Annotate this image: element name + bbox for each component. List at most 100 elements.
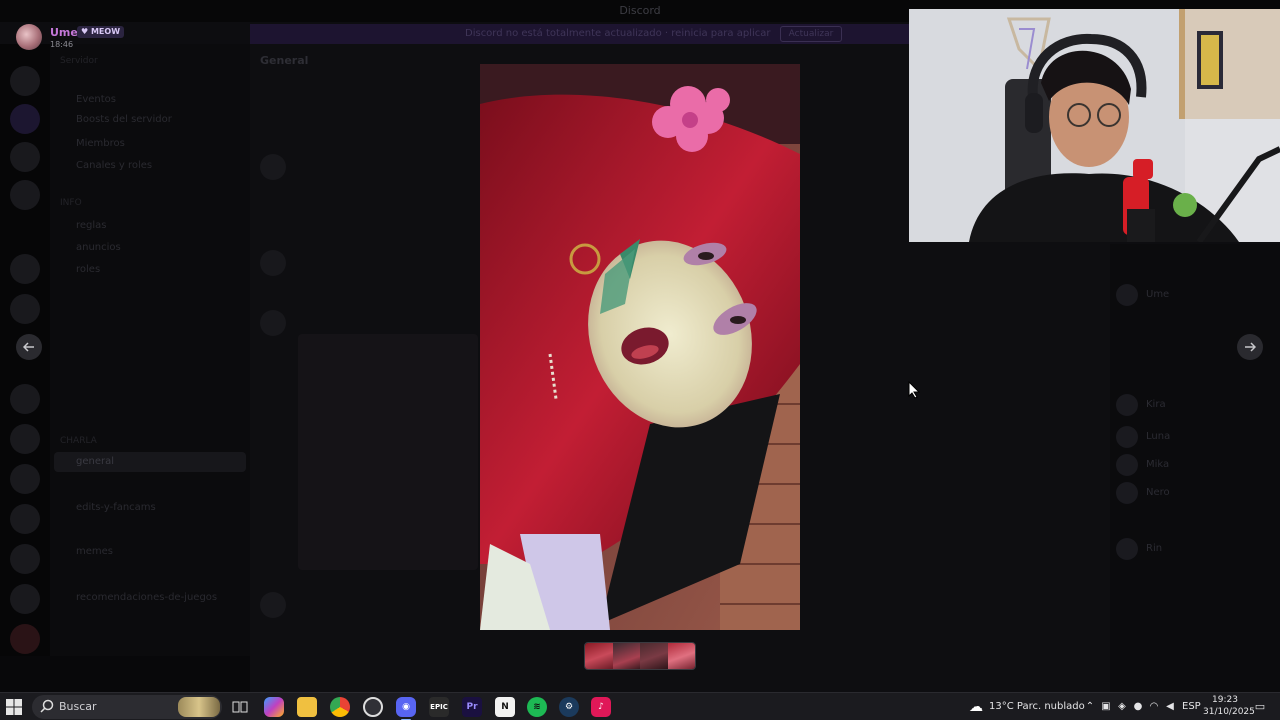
member-name: Kira xyxy=(1146,399,1166,410)
cosplay-photo xyxy=(480,64,800,630)
streamer-webcam xyxy=(909,9,1280,242)
channel-item[interactable]: reglas xyxy=(76,220,107,231)
server-icon[interactable] xyxy=(10,254,40,284)
channel-item[interactable]: Miembros xyxy=(76,138,125,149)
wifi-icon[interactable]: ◠ xyxy=(1148,701,1160,713)
user-tag-badge: ♥ MEOW xyxy=(77,26,125,38)
search-icon xyxy=(40,699,54,713)
server-icon[interactable] xyxy=(10,294,40,324)
member-list: Ume Kira Luna Mika Nero Rin xyxy=(1110,244,1280,692)
tiktok-icon[interactable]: ♪ xyxy=(591,697,611,717)
username: Ume xyxy=(50,26,78,39)
epic-games-icon[interactable]: EPIC xyxy=(429,697,449,717)
member-item[interactable]: Rin xyxy=(1116,538,1276,560)
clock-date[interactable]: 31/10/2025 xyxy=(1203,707,1255,717)
chat-title: General xyxy=(260,54,309,67)
start-button[interactable] xyxy=(6,699,22,715)
update-notice: Discord no está totalmente actualizado ·… xyxy=(250,24,910,44)
message-avatar[interactable] xyxy=(260,250,286,276)
server-icon[interactable] xyxy=(10,104,40,134)
weather-text[interactable]: 13°C Parc. nublado xyxy=(989,701,1085,712)
media-thumbnail[interactable] xyxy=(667,643,695,669)
arrow-left-icon xyxy=(22,342,34,352)
spotify-icon[interactable]: ≋ xyxy=(527,697,547,717)
premiere-icon[interactable]: Pr xyxy=(462,697,482,717)
channel-item-active[interactable]: general xyxy=(76,456,114,467)
server-icon[interactable] xyxy=(10,180,40,210)
notion-icon[interactable]: N xyxy=(495,697,515,717)
message-attachment[interactable] xyxy=(298,334,478,570)
media-thumbnail[interactable] xyxy=(612,643,640,669)
taskbar-search[interactable]: Buscar xyxy=(32,695,222,719)
user-panel-bottom xyxy=(0,656,250,692)
steam-icon[interactable]: ⚙ xyxy=(559,697,579,717)
media-thumbnail[interactable] xyxy=(585,643,613,669)
server-icon[interactable] xyxy=(10,544,40,574)
message-avatar[interactable] xyxy=(260,310,286,336)
copilot-icon[interactable] xyxy=(264,697,284,717)
channel-item[interactable]: Boosts del servidor xyxy=(76,114,172,125)
notice-button[interactable]: Actualizar xyxy=(780,26,842,42)
notifications-icon[interactable]: ▭ xyxy=(1254,701,1266,713)
avatar xyxy=(1116,538,1138,560)
channel-item[interactable]: anuncios xyxy=(76,242,121,253)
member-name: Rin xyxy=(1146,543,1163,554)
language-indicator[interactable]: ESP xyxy=(1182,701,1201,712)
channel-item[interactable]: memes xyxy=(76,546,113,557)
member-item[interactable]: Kira xyxy=(1116,394,1276,416)
mouse-cursor-icon xyxy=(908,380,921,403)
avatar xyxy=(1116,482,1138,504)
media-thumbnail[interactable] xyxy=(640,643,668,669)
avatar xyxy=(16,24,42,50)
message-avatar[interactable] xyxy=(260,154,286,180)
channel-item[interactable]: Eventos xyxy=(76,94,116,105)
previous-media-button[interactable] xyxy=(16,334,42,360)
member-name: Luna xyxy=(1146,431,1171,442)
clock-time[interactable]: 19:23 xyxy=(1212,695,1238,705)
member-name: Mika xyxy=(1146,459,1170,470)
volume-icon[interactable]: ◀ xyxy=(1164,701,1176,713)
server-icon[interactable] xyxy=(10,504,40,534)
server-icon[interactable] xyxy=(10,384,40,414)
next-media-button[interactable] xyxy=(1237,334,1263,360)
server-icon[interactable] xyxy=(10,584,40,614)
search-placeholder: Buscar xyxy=(59,700,97,713)
webcam-overlay xyxy=(909,9,1280,242)
server-icon[interactable] xyxy=(10,624,40,654)
notice-text: Discord no está totalmente actualizado ·… xyxy=(465,28,771,39)
chrome-icon[interactable] xyxy=(330,697,350,717)
file-explorer-icon[interactable] xyxy=(297,697,317,717)
server-rail xyxy=(0,44,50,692)
member-item[interactable]: Ume xyxy=(1116,284,1276,306)
user-tag: MEOW xyxy=(90,27,121,36)
channel-category[interactable]: INFO xyxy=(60,198,82,208)
server-icon[interactable] xyxy=(10,464,40,494)
task-view-button[interactable] xyxy=(230,697,250,717)
server-icon[interactable] xyxy=(10,424,40,454)
chevron-up-icon[interactable]: ⌃ xyxy=(1084,701,1096,713)
windows-icon xyxy=(6,699,22,715)
microphone-icon[interactable]: ● xyxy=(1132,701,1144,713)
message-avatar[interactable] xyxy=(260,592,286,618)
weather-icon[interactable]: ☁ xyxy=(966,697,986,717)
channel-item[interactable]: Canales y roles xyxy=(76,160,152,171)
member-item[interactable]: Nero xyxy=(1116,482,1276,504)
server-icon[interactable] xyxy=(10,66,40,96)
tray-app-icon[interactable]: ◈ xyxy=(1116,701,1128,713)
member-item[interactable]: Mika xyxy=(1116,454,1276,476)
channel-item[interactable]: edits-y-fancams xyxy=(76,502,156,513)
media-thumbnail-strip xyxy=(584,642,696,670)
obs-icon[interactable] xyxy=(363,697,383,717)
server-name[interactable]: Servidor xyxy=(60,56,98,66)
channel-item[interactable]: recomendaciones-de-juegos xyxy=(76,592,217,603)
member-item[interactable]: Luna xyxy=(1116,426,1276,448)
avatar xyxy=(1116,284,1138,306)
channel-item[interactable]: roles xyxy=(76,264,100,275)
channel-category[interactable]: CHARLA xyxy=(60,436,97,446)
discord-icon[interactable]: ◉ xyxy=(396,697,416,720)
user-header[interactable]: Ume ♥ MEOW 18:46 xyxy=(0,18,250,52)
server-icon[interactable] xyxy=(10,142,40,172)
avatar xyxy=(1116,426,1138,448)
media-viewer-image[interactable] xyxy=(480,64,800,630)
tray-app-icon[interactable]: ▣ xyxy=(1100,701,1112,713)
